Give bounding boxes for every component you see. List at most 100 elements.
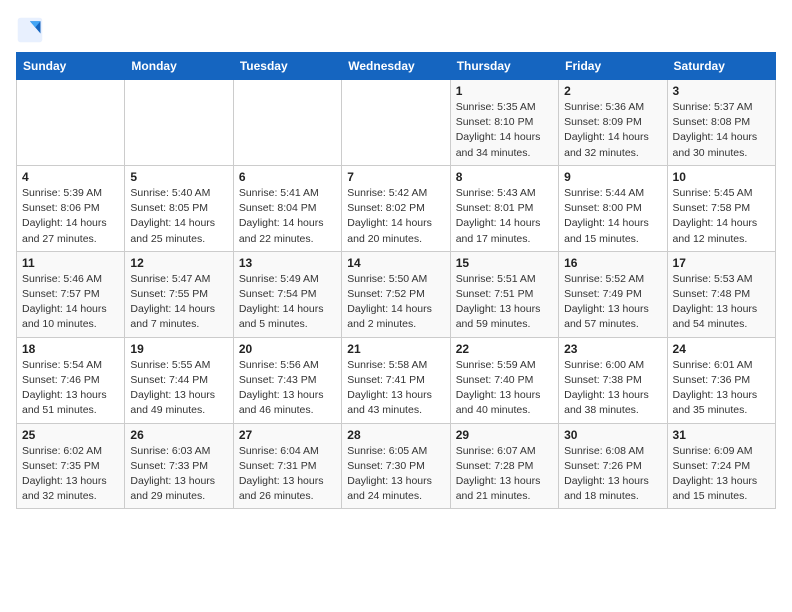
calendar-cell: 8 Sunrise: 5:43 AM Sunset: 8:01 PM Daylig… <box>450 165 558 251</box>
day-number: 4 <box>22 170 119 184</box>
day-number: 20 <box>239 342 336 356</box>
day-number: 17 <box>673 256 770 270</box>
calendar-cell <box>17 80 125 166</box>
day-number: 7 <box>347 170 444 184</box>
calendar-cell: 17 Sunrise: 5:53 AM Sunset: 7:48 PM Dayli… <box>667 251 775 337</box>
day-info: Sunrise: 5:47 AM Sunset: 7:55 PM Dayligh… <box>130 272 227 333</box>
day-number: 24 <box>673 342 770 356</box>
day-info: Sunrise: 5:46 AM Sunset: 7:57 PM Dayligh… <box>22 272 119 333</box>
calendar-cell: 27 Sunrise: 6:04 AM Sunset: 7:31 PM Dayli… <box>233 423 341 509</box>
calendar-cell: 1 Sunrise: 5:35 AM Sunset: 8:10 PM Daylig… <box>450 80 558 166</box>
weekday-header-saturday: Saturday <box>667 53 775 80</box>
calendar-cell: 20 Sunrise: 5:56 AM Sunset: 7:43 PM Dayli… <box>233 337 341 423</box>
calendar-cell: 24Sunrise: 6:01 AM Sunset: 7:36 PM Dayli… <box>667 337 775 423</box>
day-info: Sunrise: 5:37 AM Sunset: 8:08 PM Dayligh… <box>673 100 770 161</box>
logo-icon <box>16 16 44 44</box>
day-number: 18 <box>22 342 119 356</box>
calendar-cell: 31 Sunrise: 6:09 AM Sunset: 7:24 PM Dayli… <box>667 423 775 509</box>
calendar-cell: 21Sunrise: 5:58 AM Sunset: 7:41 PM Dayli… <box>342 337 450 423</box>
day-number: 3 <box>673 84 770 98</box>
day-info: Sunrise: 5:59 AM Sunset: 7:40 PM Dayligh… <box>456 358 553 419</box>
weekday-header-wednesday: Wednesday <box>342 53 450 80</box>
day-info: Sunrise: 5:42 AM Sunset: 8:02 PM Dayligh… <box>347 186 444 247</box>
day-number: 22 <box>456 342 553 356</box>
day-number: 19 <box>130 342 227 356</box>
day-info: Sunrise: 5:45 AM Sunset: 7:58 PM Dayligh… <box>673 186 770 247</box>
day-info: Sunrise: 6:03 AM Sunset: 7:33 PM Dayligh… <box>130 444 227 505</box>
day-number: 9 <box>564 170 661 184</box>
calendar-cell: 29Sunrise: 6:07 AM Sunset: 7:28 PM Dayli… <box>450 423 558 509</box>
day-info: Sunrise: 5:43 AM Sunset: 8:01 PM Dayligh… <box>456 186 553 247</box>
day-info: Sunrise: 5:54 AM Sunset: 7:46 PM Dayligh… <box>22 358 119 419</box>
day-info: Sunrise: 5:49 AM Sunset: 7:54 PM Dayligh… <box>239 272 336 333</box>
calendar-cell: 16Sunrise: 5:52 AM Sunset: 7:49 PM Dayli… <box>559 251 667 337</box>
calendar-cell: 12 Sunrise: 5:47 AM Sunset: 7:55 PM Dayli… <box>125 251 233 337</box>
day-info: Sunrise: 6:00 AM Sunset: 7:38 PM Dayligh… <box>564 358 661 419</box>
day-number: 28 <box>347 428 444 442</box>
day-info: Sunrise: 5:36 AM Sunset: 8:09 PM Dayligh… <box>564 100 661 161</box>
day-number: 12 <box>130 256 227 270</box>
logo <box>16 16 48 44</box>
day-number: 2 <box>564 84 661 98</box>
calendar-cell: 23 Sunrise: 6:00 AM Sunset: 7:38 PM Dayli… <box>559 337 667 423</box>
day-info: Sunrise: 6:09 AM Sunset: 7:24 PM Dayligh… <box>673 444 770 505</box>
calendar-cell: 6 Sunrise: 5:41 AM Sunset: 8:04 PM Daylig… <box>233 165 341 251</box>
calendar-cell: 30Sunrise: 6:08 AM Sunset: 7:26 PM Dayli… <box>559 423 667 509</box>
day-info: Sunrise: 5:41 AM Sunset: 8:04 PM Dayligh… <box>239 186 336 247</box>
day-number: 14 <box>347 256 444 270</box>
calendar-week-3: 11 Sunrise: 5:46 AM Sunset: 7:57 PM Dayli… <box>17 251 776 337</box>
calendar-cell: 7 Sunrise: 5:42 AM Sunset: 8:02 PM Daylig… <box>342 165 450 251</box>
day-info: Sunrise: 5:39 AM Sunset: 8:06 PM Dayligh… <box>22 186 119 247</box>
day-number: 30 <box>564 428 661 442</box>
calendar-cell <box>233 80 341 166</box>
calendar-week-4: 18 Sunrise: 5:54 AM Sunset: 7:46 PM Dayli… <box>17 337 776 423</box>
calendar-cell: 18 Sunrise: 5:54 AM Sunset: 7:46 PM Dayli… <box>17 337 125 423</box>
calendar-cell: 14 Sunrise: 5:50 AM Sunset: 7:52 PM Dayli… <box>342 251 450 337</box>
calendar-cell: 13 Sunrise: 5:49 AM Sunset: 7:54 PM Dayli… <box>233 251 341 337</box>
weekday-header-thursday: Thursday <box>450 53 558 80</box>
day-number: 26 <box>130 428 227 442</box>
day-number: 13 <box>239 256 336 270</box>
calendar-cell: 22 Sunrise: 5:59 AM Sunset: 7:40 PM Dayli… <box>450 337 558 423</box>
day-info: Sunrise: 5:51 AM Sunset: 7:51 PM Dayligh… <box>456 272 553 333</box>
calendar-cell: 11 Sunrise: 5:46 AM Sunset: 7:57 PM Dayli… <box>17 251 125 337</box>
day-info: Sunrise: 5:44 AM Sunset: 8:00 PM Dayligh… <box>564 186 661 247</box>
day-number: 1 <box>456 84 553 98</box>
day-number: 21 <box>347 342 444 356</box>
day-number: 6 <box>239 170 336 184</box>
day-info: Sunrise: 5:55 AM Sunset: 7:44 PM Dayligh… <box>130 358 227 419</box>
calendar-cell: 3 Sunrise: 5:37 AM Sunset: 8:08 PM Daylig… <box>667 80 775 166</box>
day-number: 11 <box>22 256 119 270</box>
day-number: 16 <box>564 256 661 270</box>
calendar-cell: 4 Sunrise: 5:39 AM Sunset: 8:06 PM Daylig… <box>17 165 125 251</box>
day-number: 8 <box>456 170 553 184</box>
page-header <box>16 16 776 44</box>
calendar-cell: 19 Sunrise: 5:55 AM Sunset: 7:44 PM Dayli… <box>125 337 233 423</box>
calendar-cell: 9 Sunrise: 5:44 AM Sunset: 8:00 PM Daylig… <box>559 165 667 251</box>
calendar-cell: 5 Sunrise: 5:40 AM Sunset: 8:05 PM Daylig… <box>125 165 233 251</box>
day-number: 31 <box>673 428 770 442</box>
calendar-cell: 15Sunrise: 5:51 AM Sunset: 7:51 PM Dayli… <box>450 251 558 337</box>
calendar-cell: 2 Sunrise: 5:36 AM Sunset: 8:09 PM Daylig… <box>559 80 667 166</box>
day-info: Sunrise: 5:53 AM Sunset: 7:48 PM Dayligh… <box>673 272 770 333</box>
day-info: Sunrise: 5:40 AM Sunset: 8:05 PM Dayligh… <box>130 186 227 247</box>
weekday-header-monday: Monday <box>125 53 233 80</box>
day-info: Sunrise: 6:02 AM Sunset: 7:35 PM Dayligh… <box>22 444 119 505</box>
weekday-header-friday: Friday <box>559 53 667 80</box>
calendar-cell <box>342 80 450 166</box>
day-info: Sunrise: 5:35 AM Sunset: 8:10 PM Dayligh… <box>456 100 553 161</box>
weekday-header-tuesday: Tuesday <box>233 53 341 80</box>
day-number: 27 <box>239 428 336 442</box>
day-number: 5 <box>130 170 227 184</box>
day-info: Sunrise: 5:50 AM Sunset: 7:52 PM Dayligh… <box>347 272 444 333</box>
calendar-week-1: 1 Sunrise: 5:35 AM Sunset: 8:10 PM Daylig… <box>17 80 776 166</box>
day-number: 29 <box>456 428 553 442</box>
calendar-cell <box>125 80 233 166</box>
day-info: Sunrise: 5:56 AM Sunset: 7:43 PM Dayligh… <box>239 358 336 419</box>
day-info: Sunrise: 6:04 AM Sunset: 7:31 PM Dayligh… <box>239 444 336 505</box>
weekday-header-sunday: Sunday <box>17 53 125 80</box>
calendar-week-2: 4 Sunrise: 5:39 AM Sunset: 8:06 PM Daylig… <box>17 165 776 251</box>
day-number: 10 <box>673 170 770 184</box>
day-number: 23 <box>564 342 661 356</box>
calendar-week-5: 25Sunrise: 6:02 AM Sunset: 7:35 PM Dayli… <box>17 423 776 509</box>
